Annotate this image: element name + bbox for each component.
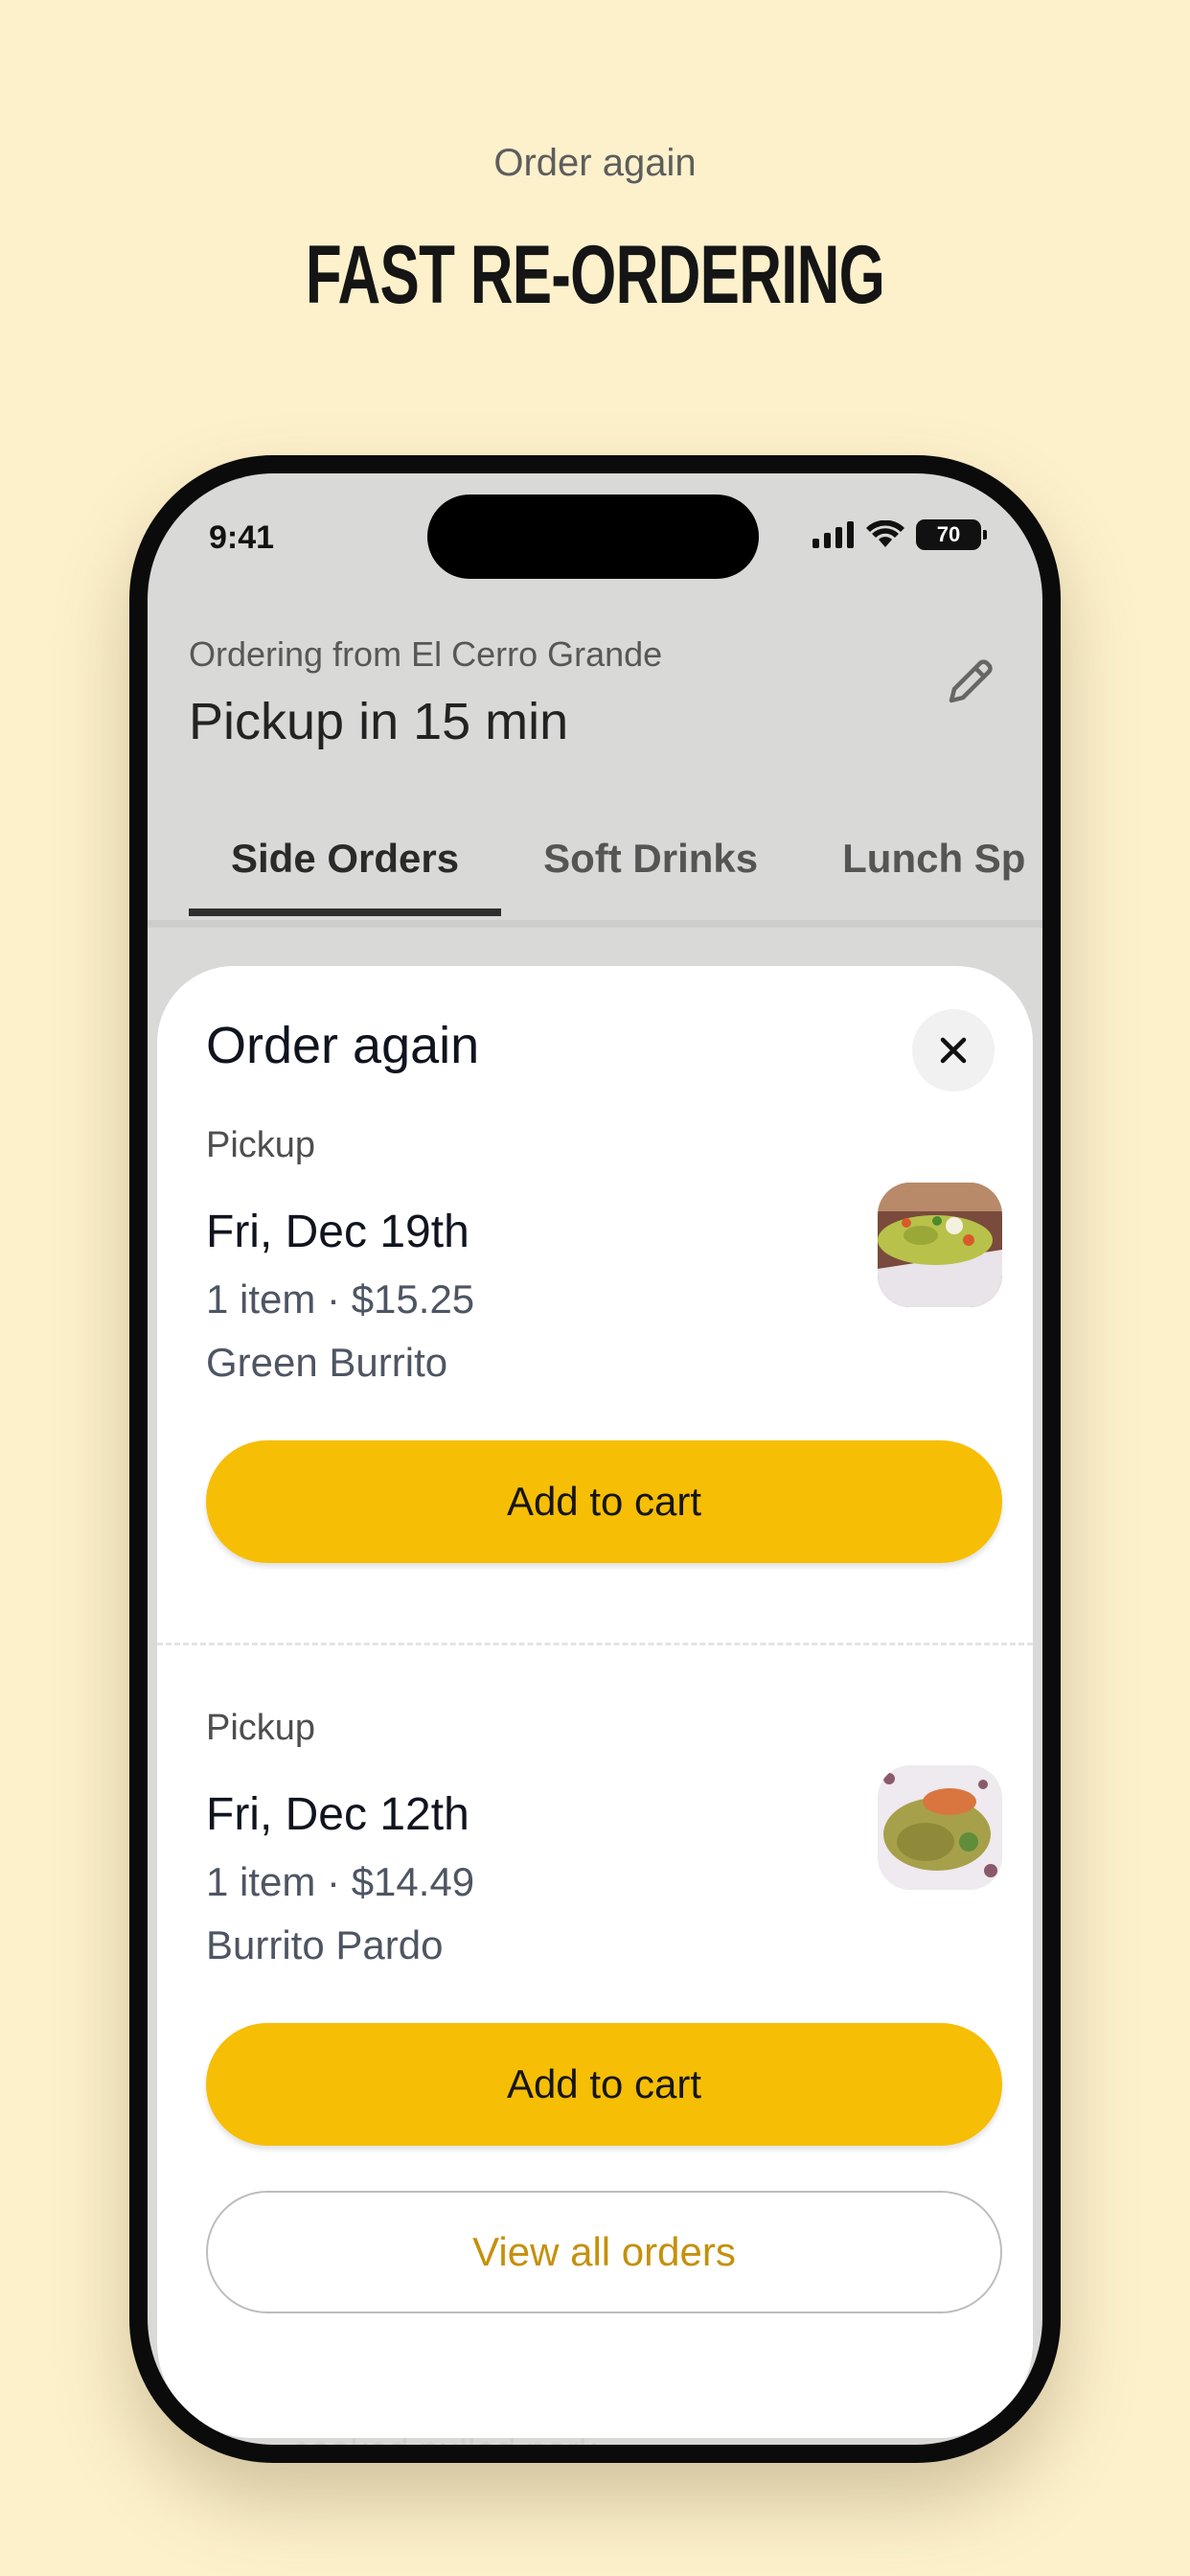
add-to-cart-button[interactable]: Add to cart xyxy=(206,2023,1002,2146)
battery-icon: 70 xyxy=(916,519,987,550)
tab-lunch-specials[interactable]: Lunch Sp xyxy=(800,811,1042,897)
order-summary: 1 item · $14.49 xyxy=(206,1859,475,1904)
tab-divider xyxy=(148,920,1042,928)
add-to-cart-button[interactable]: Add to cart xyxy=(206,1440,1002,1563)
sheet-title: Order again xyxy=(206,1017,480,1074)
order-type: Pickup xyxy=(206,1125,316,1165)
phone-screen: 9:41 70 Ordering from El Cerro Grande Pi… xyxy=(148,473,1042,2445)
order-card: Pickup Fri, Dec 12th 1 item · $14.49 Bur… xyxy=(206,1708,1002,2149)
edit-order-button[interactable] xyxy=(937,648,1004,715)
burrito-pardo-image xyxy=(878,1765,1002,1890)
order-again-sheet: Order again Pickup Fri, Dec 19th 1 item … xyxy=(157,966,1033,2438)
food-thumbnail xyxy=(878,1183,1002,1307)
status-time: 9:41 xyxy=(209,519,275,556)
tab-side-orders[interactable]: Side Orders xyxy=(189,811,502,916)
promo-eyebrow: Order again xyxy=(493,142,697,184)
pickup-time: Pickup in 15 min xyxy=(189,693,569,750)
food-thumbnail xyxy=(878,1765,1002,1890)
close-icon xyxy=(940,1037,967,1064)
order-type: Pickup xyxy=(206,1708,316,1748)
order-item-name: Burrito Pardo xyxy=(206,1922,444,1967)
order-date: Fri, Dec 12th xyxy=(206,1789,469,1840)
view-all-orders-button[interactable]: View all orders xyxy=(206,2191,1002,2313)
pencil-icon xyxy=(949,659,993,703)
wifi-icon xyxy=(866,520,904,547)
phone-frame: 9:41 70 Ordering from El Cerro Grande Pi… xyxy=(129,455,1061,2463)
tab-soft-drinks[interactable]: Soft Drinks xyxy=(501,811,800,897)
ordering-from-label: Ordering from El Cerro Grande xyxy=(189,634,663,674)
order-summary: 1 item · $15.25 xyxy=(206,1276,475,1322)
order-item-name: Green Burrito xyxy=(206,1340,448,1385)
order-date: Fri, Dec 19th xyxy=(206,1207,469,1257)
order-card: Pickup Fri, Dec 19th 1 item · $15.25 Gre… xyxy=(206,1125,1002,1566)
dynamic-island xyxy=(427,494,759,579)
order-divider xyxy=(157,1643,1033,1645)
promo-title: FAST RE-ORDERING xyxy=(305,229,885,321)
category-tabs: Side Orders Soft Drinks Lunch Sp xyxy=(189,811,1042,916)
close-button[interactable] xyxy=(912,1009,995,1092)
green-burrito-image xyxy=(878,1183,1002,1307)
status-icons: 70 xyxy=(812,519,987,550)
cellular-signal-icon xyxy=(812,521,854,548)
